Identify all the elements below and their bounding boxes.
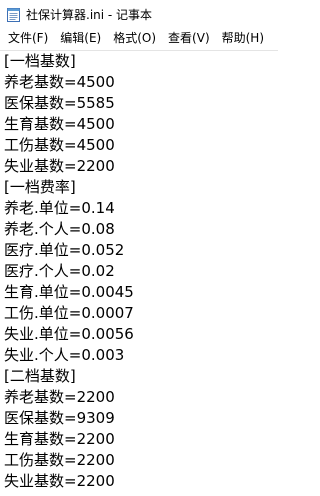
window-title: 社保计算器.ini - 记事本: [26, 7, 153, 22]
title-bar: 社保计算器.ini - 记事本: [0, 0, 278, 28]
text-line: 工伤.单位=0.0007: [4, 304, 134, 322]
section-header: [一档基数]: [4, 52, 76, 70]
section-header: [一档费率]: [4, 178, 76, 196]
menu-view[interactable]: 查看(V): [162, 28, 216, 48]
text-line: 生育基数=4500: [4, 115, 115, 133]
menu-format[interactable]: 格式(O): [107, 28, 162, 48]
text-line: 生育.单位=0.0045: [4, 283, 134, 301]
text-line: 失业.单位=0.0056: [4, 325, 134, 343]
menu-help[interactable]: 帮助(H): [216, 28, 270, 48]
text-line: 养老.单位=0.14: [4, 199, 115, 217]
notepad-icon: [6, 7, 20, 22]
text-line: 生育基数=2200: [4, 430, 115, 448]
text-line: 工伤基数=4500: [4, 136, 115, 154]
menu-bar: 文件(F) 编辑(E) 格式(O) 查看(V) 帮助(H): [0, 28, 278, 48]
text-line: 医保基数=9309: [4, 409, 115, 427]
text-line: 医保基数=5585: [4, 94, 115, 112]
text-line: 医疗.个人=0.02: [4, 262, 115, 280]
text-line: 医疗.单位=0.052: [4, 241, 125, 259]
text-line: 失业基数=2200: [4, 157, 115, 175]
notepad-window: 社保计算器.ini - 记事本 文件(F) 编辑(E) 格式(O) 查看(V) …: [0, 0, 278, 496]
text-line: 养老基数=2200: [4, 388, 115, 406]
section-header: [二档基数]: [4, 367, 76, 385]
text-line: 养老.个人=0.08: [4, 220, 115, 238]
text-line: 工伤基数=2200: [4, 451, 115, 469]
text-line: 失业基数=2200: [4, 472, 115, 490]
menu-file[interactable]: 文件(F): [2, 28, 54, 48]
text-line: 养老基数=4500: [4, 73, 115, 91]
menu-edit[interactable]: 编辑(E): [54, 28, 107, 48]
text-line: 失业.个人=0.003: [4, 346, 125, 364]
text-editor[interactable]: [一档基数] 养老基数=4500 医保基数=5585 生育基数=4500 工伤基…: [0, 50, 278, 496]
